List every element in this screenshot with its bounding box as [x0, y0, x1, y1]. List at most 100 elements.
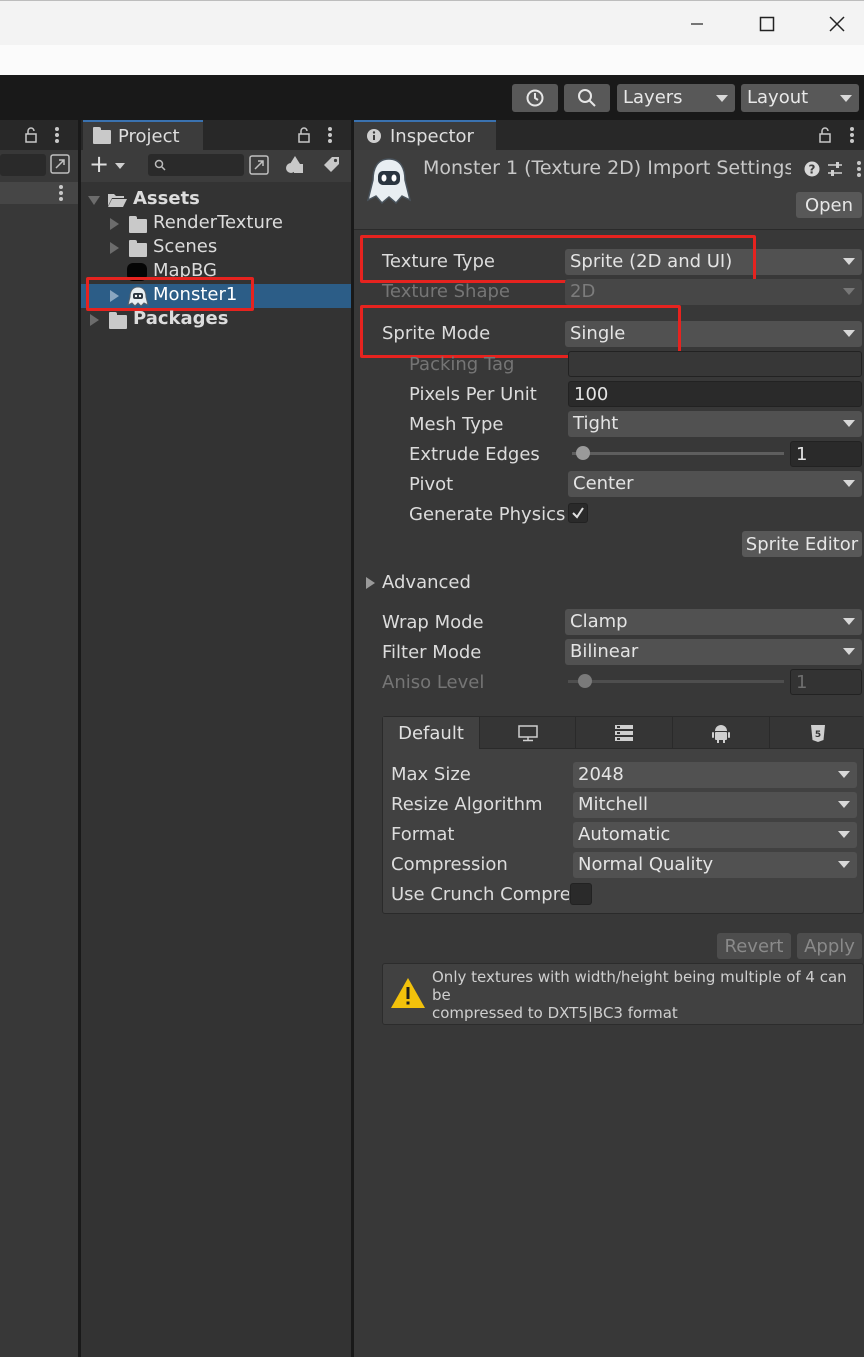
platform-tab-android[interactable] [673, 717, 770, 749]
tag-icon[interactable] [321, 155, 341, 175]
lock-icon[interactable] [818, 127, 832, 143]
tree-item-rendertexture[interactable]: RenderTexture [81, 212, 351, 236]
more-icon[interactable] [849, 126, 855, 144]
inspector-tab-label: Inspector [390, 125, 474, 147]
platform-settings-box: Default 5 Max Size 2048 Resize Algorithm… [382, 716, 864, 914]
layers-dropdown[interactable]: Layers [617, 84, 735, 112]
inspector-header: Monster 1 (Texture 2D) Import Settings ?… [354, 150, 864, 230]
presets-icon[interactable] [826, 160, 844, 178]
layout-dropdown[interactable]: Layout [741, 84, 859, 112]
layout-label: Layout [747, 87, 809, 108]
filter-type-icon[interactable] [285, 155, 305, 175]
pivot-dropdown[interactable]: Center [568, 471, 862, 497]
max-size-value: 2048 [578, 764, 624, 785]
apply-label: Apply [804, 935, 855, 957]
apply-button[interactable]: Apply [797, 933, 862, 959]
tree-label-packages: Packages [133, 308, 229, 329]
highlight-box-monster1 [86, 277, 254, 311]
advanced-foldout[interactable]: Advanced [362, 572, 562, 596]
extrude-edges-slider[interactable] [572, 452, 784, 455]
hierarchy-toolbar [0, 150, 78, 182]
hierarchy-scene-row[interactable] [0, 182, 78, 204]
chevron-down-icon [843, 618, 855, 625]
revert-button[interactable]: Revert [717, 933, 791, 959]
open-button[interactable]: Open [796, 192, 862, 218]
tree-item-assets[interactable]: Assets [81, 188, 351, 212]
max-size-dropdown[interactable]: 2048 [573, 762, 857, 788]
tab-inspector[interactable]: Inspector [354, 120, 496, 150]
folder-icon [129, 216, 147, 233]
aniso-level-value: 1 [796, 672, 808, 693]
use-crunch-checkbox[interactable] [570, 883, 592, 905]
chevron-down-icon [716, 95, 728, 102]
format-label: Format [391, 824, 455, 845]
sprite-editor-button[interactable]: Sprite Editor [742, 531, 862, 557]
help-icon[interactable]: ? [804, 161, 820, 177]
aniso-level-slider-handle [578, 674, 592, 688]
lock-icon[interactable] [297, 127, 311, 143]
pixels-per-unit-label: Pixels Per Unit [409, 384, 537, 405]
extrude-edges-label: Extrude Edges [409, 444, 540, 465]
aniso-level-slider [568, 680, 784, 683]
platform-tab-default-label: Default [398, 722, 464, 744]
maximize-icon [759, 16, 775, 31]
tree-label-scenes: Scenes [153, 236, 218, 257]
pixels-per-unit-input[interactable]: 100 [568, 381, 862, 407]
generate-physics-checkbox[interactable] [568, 503, 588, 523]
search-button[interactable] [564, 84, 610, 112]
mesh-type-dropdown[interactable]: Tight [568, 411, 862, 437]
platform-tab-default[interactable]: Default [383, 717, 480, 749]
filter-mode-label: Filter Mode [382, 642, 482, 663]
filter-mode-dropdown[interactable]: Bilinear [565, 639, 862, 665]
extrude-edges-slider-handle[interactable] [576, 446, 590, 460]
tree-label-rendertexture: RenderTexture [153, 212, 283, 233]
platform-tab-server[interactable] [576, 717, 673, 749]
hierarchy-search-input[interactable] [0, 154, 46, 176]
expand-icon[interactable] [249, 155, 269, 175]
search-icon [578, 89, 596, 107]
more-icon[interactable] [54, 126, 60, 144]
history-button[interactable] [512, 84, 558, 112]
expand-arrow-icon[interactable] [110, 218, 119, 230]
chevron-down-icon [843, 648, 855, 655]
resize-algorithm-value: Mitchell [578, 794, 648, 815]
inspector-header-title: Monster 1 (Texture 2D) Import Settings [423, 157, 791, 179]
compression-dropdown[interactable]: Normal Quality [573, 852, 857, 878]
resize-algorithm-dropdown[interactable]: Mitchell [573, 792, 857, 818]
expand-arrow-icon[interactable] [88, 196, 100, 205]
more-icon[interactable] [856, 160, 862, 178]
revert-label: Revert [724, 935, 784, 957]
expand-arrow-icon[interactable] [90, 314, 99, 326]
android-icon [712, 725, 730, 743]
svg-text:?: ? [809, 163, 816, 177]
close-window-button[interactable] [814, 1, 860, 46]
platform-tab-standalone[interactable] [480, 717, 576, 749]
aniso-level-label: Aniso Level [382, 672, 485, 693]
compression-label: Compression [391, 854, 508, 875]
format-dropdown[interactable]: Automatic [573, 822, 857, 848]
project-tree: Assets RenderTexture Scenes MapBG Monste… [81, 182, 351, 1357]
chevron-down-icon [840, 95, 852, 102]
project-toolbar: + [81, 150, 351, 182]
advanced-label: Advanced [382, 572, 471, 593]
expand-icon[interactable] [50, 154, 70, 174]
wrap-mode-dropdown[interactable]: Clamp [565, 609, 862, 635]
tree-item-scenes[interactable]: Scenes [81, 236, 351, 260]
more-icon[interactable] [58, 184, 64, 202]
more-icon[interactable] [327, 126, 333, 144]
extrude-edges-input[interactable]: 1 [790, 441, 862, 467]
minimize-button[interactable] [674, 1, 720, 46]
create-button[interactable]: + [89, 152, 129, 178]
maximize-button[interactable] [744, 1, 790, 46]
lock-icon[interactable] [24, 127, 38, 143]
tree-item-packages[interactable]: Packages [81, 308, 351, 332]
tab-project[interactable]: Project [83, 120, 203, 150]
expand-arrow-icon[interactable] [110, 242, 119, 254]
panel-divider[interactable] [351, 120, 354, 1357]
chevron-down-icon [843, 288, 855, 295]
chevron-down-icon [838, 861, 850, 868]
platform-tab-webgl[interactable]: 5 [770, 717, 864, 749]
pixels-per-unit-value: 100 [574, 384, 609, 405]
use-crunch-label: Use Crunch Compression [391, 884, 569, 905]
project-search-input[interactable] [148, 154, 244, 176]
